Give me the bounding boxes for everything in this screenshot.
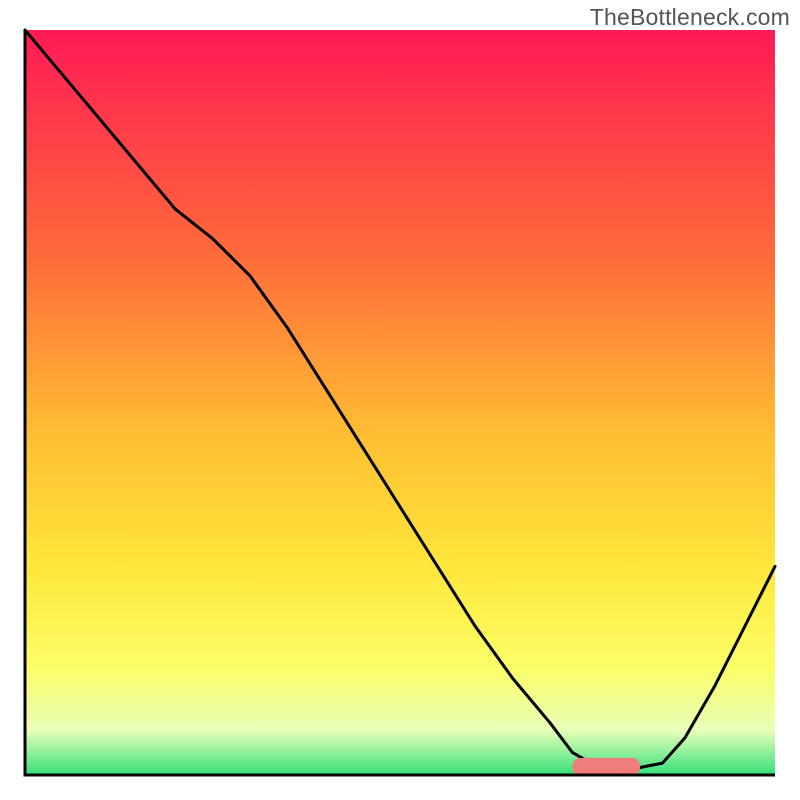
plot-background xyxy=(25,30,775,775)
chart-container: TheBottleneck.com xyxy=(0,0,800,800)
watermark-text: TheBottleneck.com xyxy=(590,4,790,31)
optimum-marker xyxy=(573,758,641,776)
chart-svg xyxy=(0,0,800,800)
